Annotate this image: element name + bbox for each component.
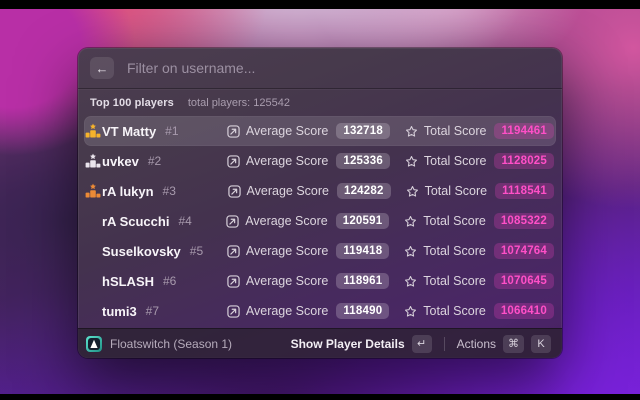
letterbox-top <box>0 0 640 9</box>
player-rank: #3 <box>163 184 176 198</box>
star-icon <box>404 305 417 318</box>
line-chart-icon <box>227 125 240 138</box>
arrow-left-icon: ← <box>96 61 109 76</box>
total-score-label: Total Score <box>423 274 486 288</box>
total-score-badge: 1118541 <box>495 183 554 199</box>
line-chart-icon <box>226 215 239 228</box>
player-name: uvkev <box>102 154 139 169</box>
footer-divider <box>444 337 445 351</box>
section-header: Top 100 players total players: 125542 <box>78 89 562 114</box>
average-score-label: Average Score <box>246 274 328 288</box>
search-input[interactable] <box>127 60 550 76</box>
show-player-details-label: Show Player Details <box>291 337 405 351</box>
star-icon <box>405 125 418 138</box>
average-score-badge: 120591 <box>336 213 390 229</box>
average-score-badge: 118490 <box>336 303 389 319</box>
total-score-label: Total Score <box>423 304 486 318</box>
podium-icon <box>85 123 101 139</box>
return-key-icon: ↵ <box>412 335 432 353</box>
player-scores: Average Score 118490 Total Score 1066410 <box>227 303 554 319</box>
line-chart-icon <box>227 275 240 288</box>
star-icon <box>404 245 417 258</box>
actions-label: Actions <box>457 337 496 351</box>
average-score-label: Average Score <box>246 244 328 258</box>
player-name: Suselkovsky <box>102 244 181 259</box>
player-rank: #6 <box>163 274 176 288</box>
average-score-label: Average Score <box>246 124 328 138</box>
player-scores: Average Score 132718 Total Score 1194461 <box>227 123 554 139</box>
player-rank: #7 <box>146 304 159 318</box>
back-button[interactable]: ← <box>90 57 114 79</box>
average-score-label: Average Score <box>246 154 328 168</box>
player-scores: Average Score 120591 Total Score 1085322 <box>226 213 554 229</box>
line-chart-icon <box>227 155 240 168</box>
player-name: hSLASH <box>102 274 154 289</box>
total-players-count: total players: 125542 <box>188 97 290 109</box>
player-row[interactable]: VT Matty #1 Average Score 132718 Total S… <box>84 116 556 146</box>
average-score-label: Average Score <box>246 304 328 318</box>
player-row[interactable]: hSLASH #6 Average Score 118961 Total Sco… <box>84 266 556 296</box>
total-score-label: Total Score <box>423 244 486 258</box>
total-score-label: Total Score <box>425 184 488 198</box>
total-score-badge: 1066410 <box>494 303 554 319</box>
player-name: rA lukyn <box>102 184 154 199</box>
average-score-badge: 124282 <box>337 183 391 199</box>
footer-actions: Show Player Details ↵ Actions ⌘ K <box>287 333 555 355</box>
player-scores: Average Score 118961 Total Score 1070645 <box>227 273 554 289</box>
line-chart-icon <box>227 245 240 258</box>
average-score-label: Average Score <box>247 184 329 198</box>
player-row[interactable]: uvkev #2 Average Score 125336 Total Scor… <box>84 146 556 176</box>
player-list: VT Matty #1 Average Score 132718 Total S… <box>78 114 562 328</box>
average-score-badge: 132718 <box>336 123 390 139</box>
floatswitch-app-icon <box>86 336 102 352</box>
player-scores: Average Score 125336 Total Score 1128025 <box>227 153 554 169</box>
search-bar: ← <box>78 48 562 88</box>
player-rank: #1 <box>165 124 178 138</box>
player-rank: #5 <box>190 244 203 258</box>
total-score-label: Total Score <box>424 154 487 168</box>
average-score-label: Average Score <box>245 214 327 228</box>
line-chart-icon <box>227 305 240 318</box>
command-key-icon: ⌘ <box>503 335 524 353</box>
player-row[interactable]: rA Scucchi #4 Average Score 120591 Total… <box>84 206 556 236</box>
leaderboard-window: ← Top 100 players total players: 125542 … <box>78 48 562 358</box>
total-score-badge: 1194461 <box>494 123 554 139</box>
podium-icon <box>85 153 101 169</box>
line-chart-icon <box>228 185 241 198</box>
player-row[interactable]: rA lukyn #3 Average Score 124282 Total S… <box>84 176 556 206</box>
player-name: rA Scucchi <box>102 214 169 229</box>
star-icon <box>405 155 418 168</box>
letterbox-bottom <box>0 394 640 400</box>
player-row[interactable]: tumi3 #7 Average Score 118490 Total Scor… <box>84 296 556 326</box>
total-score-badge: 1074764 <box>494 243 554 259</box>
footer-bar: Floatswitch (Season 1) Show Player Detai… <box>78 328 562 358</box>
player-rank: #2 <box>148 154 161 168</box>
player-name: VT Matty <box>102 124 156 139</box>
actions-button[interactable]: Actions ⌘ K <box>453 333 555 355</box>
star-icon <box>404 275 417 288</box>
average-score-badge: 125336 <box>336 153 390 169</box>
average-score-badge: 118961 <box>336 273 389 289</box>
total-score-badge: 1085322 <box>494 213 554 229</box>
player-name: tumi3 <box>102 304 137 319</box>
star-icon <box>404 215 417 228</box>
player-row[interactable]: Suselkovsky #5 Average Score 119418 Tota… <box>84 236 556 266</box>
total-score-label: Total Score <box>423 214 486 228</box>
k-key-icon: K <box>531 335 551 353</box>
average-score-badge: 119418 <box>336 243 389 259</box>
total-score-badge: 1128025 <box>494 153 554 169</box>
section-title: Top 100 players <box>90 97 174 109</box>
total-score-badge: 1070645 <box>494 273 554 289</box>
total-score-label: Total Score <box>424 124 487 138</box>
player-rank: #4 <box>178 214 191 228</box>
player-scores: Average Score 119418 Total Score 1074764 <box>227 243 554 259</box>
player-scores: Average Score 124282 Total Score 1118541 <box>228 183 554 199</box>
app-name: Floatswitch (Season 1) <box>110 337 232 351</box>
podium-icon <box>85 183 101 199</box>
show-player-details-button[interactable]: Show Player Details ↵ <box>287 333 436 355</box>
star-icon <box>406 185 419 198</box>
